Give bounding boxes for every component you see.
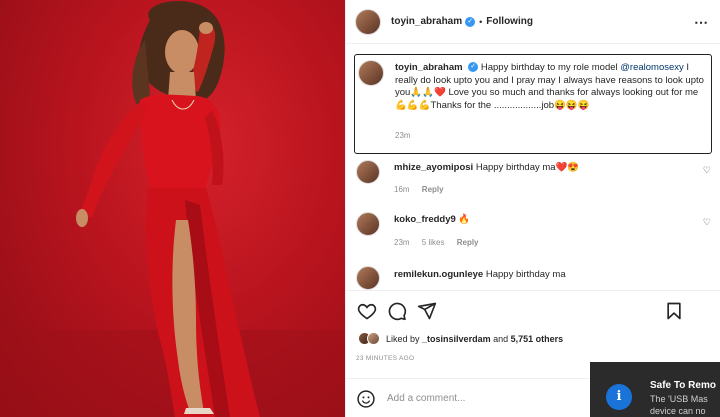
post-image[interactable] bbox=[0, 0, 345, 417]
comment-like-heart-icon[interactable]: ♡ bbox=[703, 165, 711, 176]
comment-text: Happy birthday ma bbox=[485, 269, 566, 280]
verified-badge-icon: ✓ bbox=[468, 62, 479, 73]
likes-text: Liked by _tosinsilverdam and 5,751 other… bbox=[386, 334, 563, 344]
paper-plane-icon[interactable] bbox=[417, 301, 437, 321]
comment-meta: 16m Reply bbox=[394, 185, 454, 194]
separator-dot: • bbox=[479, 16, 483, 27]
caption-username[interactable]: toyin_abraham bbox=[395, 62, 463, 73]
bookmark-icon[interactable] bbox=[664, 301, 684, 321]
info-icon: i bbox=[606, 384, 632, 410]
comment-reply-button[interactable]: Reply bbox=[457, 238, 479, 247]
caption-body-start: Happy birthday to my role model bbox=[480, 62, 618, 73]
comment-input[interactable]: Add a comment... bbox=[387, 393, 465, 404]
liker-avatar bbox=[367, 332, 380, 345]
liked-by-joiner: and bbox=[493, 333, 509, 344]
caption-time: 23m bbox=[395, 131, 411, 140]
post-timestamp[interactable]: 23 MINUTES AGO bbox=[356, 355, 414, 362]
comment-username[interactable]: remilekun.ogunleye bbox=[394, 269, 483, 280]
comment-time: 23m bbox=[394, 238, 410, 247]
caption-text: toyin_abraham ✓ Happy birthday to my rol… bbox=[395, 62, 705, 112]
comment-body: koko_freddy9 🔥 bbox=[394, 214, 470, 225]
following-button[interactable]: Following bbox=[486, 16, 533, 27]
liked-by-user[interactable]: _tosinsilverdam bbox=[422, 334, 491, 344]
comment-text: Happy birthday ma❤️😍 bbox=[475, 162, 580, 173]
comment-username[interactable]: koko_freddy9 bbox=[394, 214, 456, 225]
liked-by-prefix: Liked by bbox=[386, 333, 420, 344]
heart-icon[interactable] bbox=[357, 301, 377, 321]
safe-remove-notification[interactable]: i Safe To Remo The 'USB Mas device can n… bbox=[590, 362, 720, 417]
comment-username[interactable]: mhize_ayomiposi bbox=[394, 162, 473, 173]
comment-body: mhize_ayomiposi Happy birthday ma❤️😍 bbox=[394, 162, 579, 173]
liked-by-others[interactable]: 5,751 others bbox=[511, 334, 564, 344]
post-header: toyin_abraham ✓ • Following ⋯ bbox=[346, 0, 720, 44]
notification-body-line1: The 'USB Mas bbox=[650, 394, 708, 404]
emoji-icon[interactable] bbox=[356, 389, 376, 409]
notification-title: Safe To Remo bbox=[650, 380, 716, 391]
comment-body: remilekun.ogunleye Happy birthday ma bbox=[394, 269, 566, 280]
commenter-avatar[interactable] bbox=[356, 160, 380, 184]
commenter-avatar[interactable] bbox=[356, 212, 380, 236]
comment-likes-count[interactable]: 5 likes bbox=[422, 238, 445, 247]
caption-block: toyin_abraham ✓ Happy birthday to my rol… bbox=[354, 54, 712, 154]
caption-mention-link[interactable]: @realomosexy bbox=[620, 62, 684, 73]
action-bar bbox=[346, 290, 720, 330]
verified-badge-icon: ✓ bbox=[465, 16, 476, 27]
likes-summary[interactable]: Liked by _tosinsilverdam and 5,751 other… bbox=[358, 332, 563, 345]
comment-meta: 23m 5 likes Reply bbox=[394, 238, 489, 247]
comment-reply-button[interactable]: Reply bbox=[422, 185, 444, 194]
comment-text: 🔥 bbox=[458, 214, 471, 225]
comment-time: 16m bbox=[394, 185, 410, 194]
author-avatar[interactable] bbox=[355, 8, 381, 35]
comment-like-heart-icon[interactable]: ♡ bbox=[703, 217, 711, 228]
caption-avatar[interactable] bbox=[358, 60, 384, 86]
author-username[interactable]: toyin_abraham bbox=[391, 16, 462, 27]
commenter-avatar[interactable] bbox=[356, 266, 380, 290]
notification-body-line2: device can no bbox=[650, 406, 706, 416]
more-options-icon[interactable]: ⋯ bbox=[694, 14, 709, 31]
comment-bubble-icon[interactable] bbox=[387, 301, 407, 321]
post-detail-panel: toyin_abraham ✓ • Following ⋯ toyin_abra… bbox=[345, 0, 720, 417]
woman-in-red-dress-photo bbox=[0, 0, 345, 417]
